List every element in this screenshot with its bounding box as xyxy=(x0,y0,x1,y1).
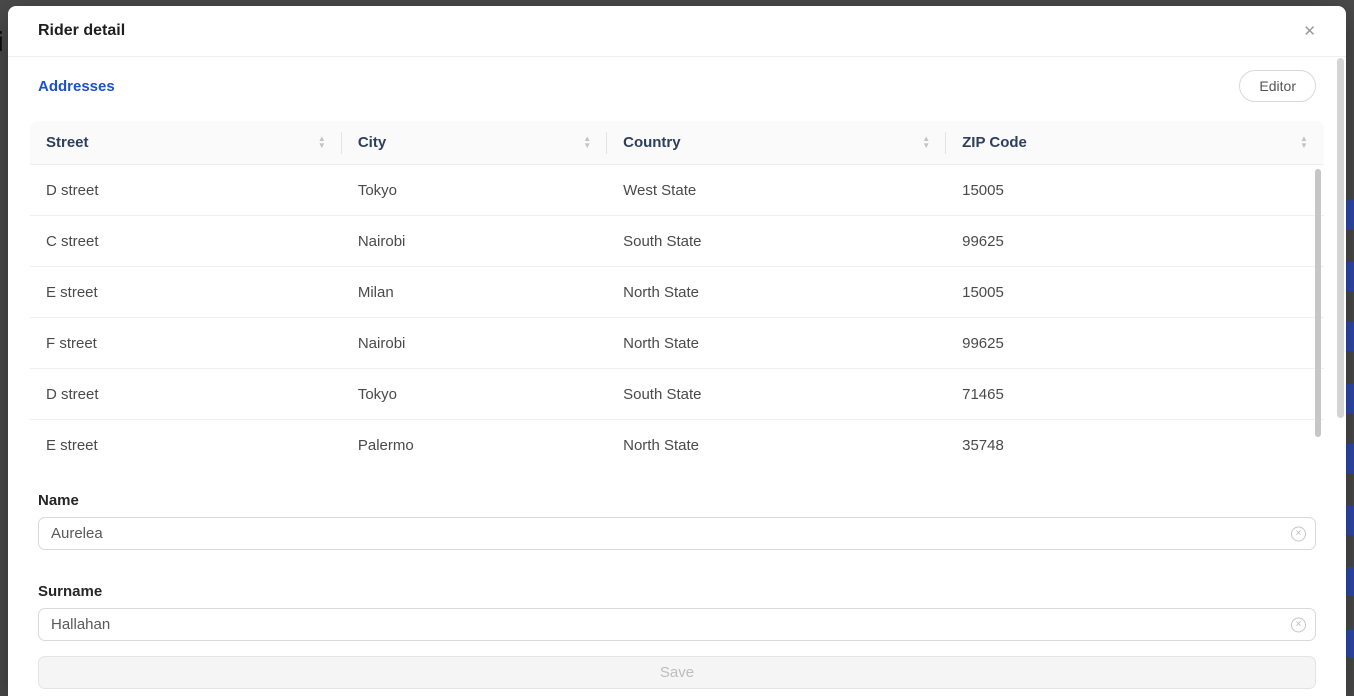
cell-zip-code: 71465 xyxy=(946,369,1324,419)
name-label: Name xyxy=(38,493,1316,509)
cell-country: North State xyxy=(607,318,946,368)
cell-city: Tokyo xyxy=(342,165,607,215)
cell-street: D street xyxy=(30,369,342,419)
cell-country: West State xyxy=(607,165,946,215)
column-header-label: ZIP Code xyxy=(962,134,1027,151)
cell-street: D street xyxy=(30,165,342,215)
column-header-zip-code[interactable]: ZIP Code ▲ ▼ xyxy=(946,121,1324,164)
addresses-link[interactable]: Addresses xyxy=(38,78,115,95)
clear-icon[interactable]: ✕ xyxy=(1291,526,1306,541)
editor-button[interactable]: Editor xyxy=(1239,70,1316,102)
cell-country: North State xyxy=(607,267,946,317)
cell-zip-code: 99625 xyxy=(946,318,1324,368)
sort-icon[interactable]: ▲ ▼ xyxy=(318,136,326,149)
cell-country: North State xyxy=(607,420,946,459)
sort-icon[interactable]: ▲ ▼ xyxy=(583,136,591,149)
cell-zip-code: 15005 xyxy=(946,267,1324,317)
table-row: E street Milan North State 15005 xyxy=(30,267,1324,318)
table-scrollbar[interactable] xyxy=(1315,169,1321,437)
column-header-city[interactable]: City ▲ ▼ xyxy=(342,121,607,164)
sort-icon[interactable]: ▲ ▼ xyxy=(922,136,930,149)
sort-icon[interactable]: ▲ ▼ xyxy=(1300,136,1308,149)
surname-field-wrap: ✕ xyxy=(38,608,1316,641)
cell-street: C street xyxy=(30,216,342,266)
addresses-section-header: Addresses Editor xyxy=(30,69,1324,103)
column-header-label: Country xyxy=(623,134,681,151)
rider-detail-modal: Rider detail ✕ Addresses Editor Street ▲… xyxy=(8,6,1346,696)
cell-street: F street xyxy=(30,318,342,368)
cell-city: Tokyo xyxy=(342,369,607,419)
modal-body: Addresses Editor Street ▲ ▼ City ▲ ▼ xyxy=(8,57,1346,689)
modal-header: Rider detail ✕ xyxy=(8,6,1346,57)
cell-city: Nairobi xyxy=(342,318,607,368)
table-row: C street Nairobi South State 99625 xyxy=(30,216,1324,267)
cell-zip-code: 35748 xyxy=(946,420,1324,459)
name-field-wrap: ✕ xyxy=(38,517,1316,550)
cell-street: E street xyxy=(30,420,342,459)
background-page-fragment: i xyxy=(0,26,4,58)
table-row: F street Nairobi North State 99625 xyxy=(30,318,1324,369)
surname-field[interactable] xyxy=(38,608,1316,641)
modal-title: Rider detail xyxy=(38,22,125,40)
table-header-row: Street ▲ ▼ City ▲ ▼ Country ▲ xyxy=(30,121,1324,165)
column-header-label: Street xyxy=(46,134,89,151)
column-header-label: City xyxy=(358,134,386,151)
cell-country: South State xyxy=(607,369,946,419)
cell-street: E street xyxy=(30,267,342,317)
cell-country: South State xyxy=(607,216,946,266)
addresses-table: Street ▲ ▼ City ▲ ▼ Country ▲ xyxy=(30,121,1324,459)
table-row: D street Tokyo South State 71465 xyxy=(30,369,1324,420)
close-icon[interactable]: ✕ xyxy=(1297,20,1322,43)
column-header-country[interactable]: Country ▲ ▼ xyxy=(607,121,946,164)
cell-city: Milan xyxy=(342,267,607,317)
surname-label: Surname xyxy=(38,584,1316,600)
clear-icon[interactable]: ✕ xyxy=(1291,617,1306,632)
table-row: E street Palermo North State 35748 xyxy=(30,420,1324,459)
cell-zip-code: 99625 xyxy=(946,216,1324,266)
cell-city: Palermo xyxy=(342,420,607,459)
cell-zip-code: 15005 xyxy=(946,165,1324,215)
column-header-street[interactable]: Street ▲ ▼ xyxy=(30,121,342,164)
modal-scrollbar[interactable] xyxy=(1337,58,1344,418)
save-button[interactable]: Save xyxy=(38,656,1316,689)
name-field[interactable] xyxy=(38,517,1316,550)
table-row: D street Tokyo West State 15005 xyxy=(30,165,1324,216)
cell-city: Nairobi xyxy=(342,216,607,266)
